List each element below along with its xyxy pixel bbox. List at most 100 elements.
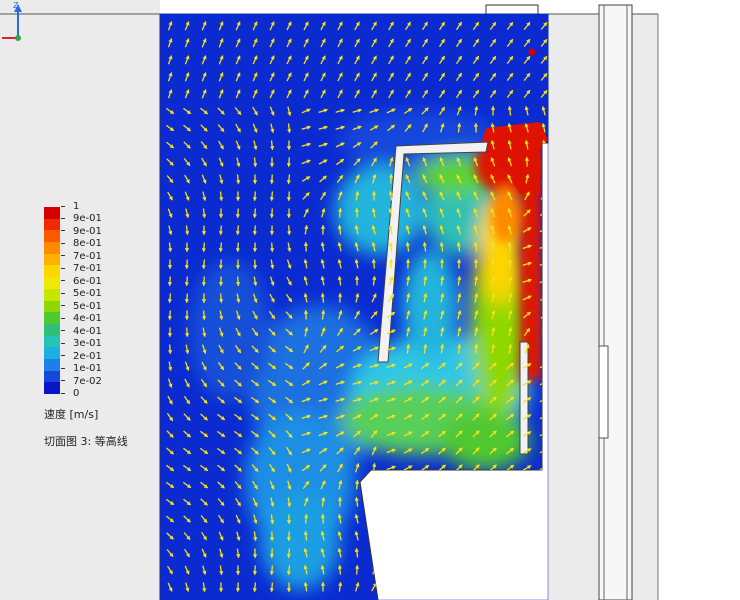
legend-subtitle: 切面图 3: 等高线 (44, 435, 128, 448)
legend-color-swatch (44, 230, 60, 243)
velocity-arrow (474, 496, 479, 507)
velocity-arrow (522, 584, 532, 590)
legend-color-swatch (44, 312, 60, 324)
velocity-arrow (235, 208, 240, 219)
velocity-arrow (422, 479, 427, 490)
velocity-arrow (286, 157, 291, 168)
velocity-arrow (490, 497, 496, 507)
legend-colorbar (44, 207, 60, 394)
velocity-arrow (455, 531, 463, 540)
velocity-arrow (440, 513, 445, 524)
velocity-arrow (252, 208, 257, 219)
velocity-arrow (286, 565, 291, 576)
velocity-arrow (337, 564, 342, 575)
velocity-arrow (405, 513, 410, 524)
velocity-arrow (488, 550, 498, 556)
velocity-arrow (388, 530, 393, 541)
velocity-arrow (304, 513, 309, 524)
velocity-arrow (505, 515, 515, 523)
velocity-arrow (201, 276, 206, 287)
velocity-arrow (423, 530, 428, 541)
legend-color-swatch (44, 218, 60, 231)
velocity-arrow (488, 584, 499, 589)
velocity-arrow (287, 225, 292, 236)
velocity-arrow (542, 343, 547, 354)
legend-tick-label: 5e-01 (61, 301, 102, 312)
legend-color-swatch (44, 335, 60, 348)
velocity-arrow (522, 567, 532, 573)
velocity-arrow (355, 479, 360, 490)
velocity-arrow (286, 191, 291, 202)
legend-tick-label: 6e-01 (61, 276, 102, 287)
legend-tick-label: 1e-01 (61, 364, 102, 374)
velocity-arrow (371, 258, 376, 269)
velocity-arrow (405, 548, 411, 558)
velocity-arrow (539, 499, 548, 505)
velocity-arrow (404, 583, 413, 591)
velocity-arrow (471, 567, 482, 573)
velocity-arrow (541, 139, 546, 150)
velocity-arrow (218, 242, 223, 253)
velocity-arrow (219, 293, 224, 304)
velocity-arrow (389, 173, 394, 184)
axis-triad[interactable]: Z (0, 0, 40, 45)
velocity-arrow (406, 530, 411, 541)
velocity-arrow (354, 207, 359, 218)
velocity-arrow (505, 584, 515, 590)
velocity-arrow (541, 174, 547, 184)
velocity-arrow (269, 582, 274, 593)
legend-tick-label: 7e-01 (61, 264, 102, 274)
legend-tick-label: 7e-01 (61, 251, 102, 262)
cfd-viewport[interactable]: 1 9e-01 9e-01 8e-01 7e-01 7e-01 6e-01 5e-01 5e-0… (0, 0, 740, 600)
velocity-arrow (539, 516, 548, 522)
legend-color-swatch (44, 242, 60, 254)
velocity-arrow (269, 191, 274, 202)
legend-tick-label: 3e-01 (61, 339, 102, 349)
velocity-arrow (438, 549, 446, 557)
legend-color-swatch (44, 323, 60, 336)
velocity-arrow (252, 191, 257, 202)
velocity-arrow (269, 565, 274, 576)
velocity-arrow (286, 548, 291, 559)
velocity-arrow (388, 513, 393, 524)
velocity-arrow (472, 532, 481, 540)
velocity-arrow (167, 276, 172, 287)
legend-tick-label: 7e-02 (61, 376, 102, 387)
velocity-arrow (506, 497, 514, 506)
velocity-arrow (201, 259, 206, 270)
velocity-arrow (541, 327, 547, 337)
legend-color-swatch (44, 277, 60, 289)
velocity-arrow (422, 496, 427, 507)
velocity-arrow (454, 584, 465, 589)
velocity-arrow (457, 496, 462, 507)
velocity-arrow (505, 533, 515, 539)
legend-tick-label: 8e-01 (61, 239, 102, 249)
velocity-arrow (201, 242, 206, 253)
axis-z-label: Z (13, 1, 19, 10)
velocity-arrow (184, 259, 189, 270)
velocity-arrow (421, 566, 430, 574)
legend-tick-label: 9e-01 (61, 214, 102, 224)
velocity-arrow (389, 258, 394, 269)
velocity-arrow (388, 565, 394, 575)
velocity-arrow (523, 498, 532, 506)
velocity-arrow (542, 156, 547, 167)
velocity-arrow (522, 533, 533, 538)
velocity-arrow (405, 479, 410, 490)
top-fitting (485, 4, 539, 15)
velocity-arrow (454, 567, 464, 573)
velocity-arrow (286, 174, 291, 185)
legend-tick-label: 5e-01 (61, 289, 102, 299)
velocity-arrow (389, 547, 394, 558)
velocity-arrow (387, 583, 395, 591)
velocity-arrow (404, 565, 412, 574)
legend-color-swatch (44, 207, 60, 219)
velocity-arrow (218, 225, 223, 236)
velocity-arrow (269, 174, 274, 185)
velocity-arrow (355, 564, 360, 575)
velocity-arrow (523, 480, 531, 490)
velocity-arrow (420, 584, 430, 590)
legend-tick-label: 9e-01 (61, 226, 102, 237)
velocity-arrow (218, 259, 223, 270)
velocity-arrow (488, 567, 499, 572)
